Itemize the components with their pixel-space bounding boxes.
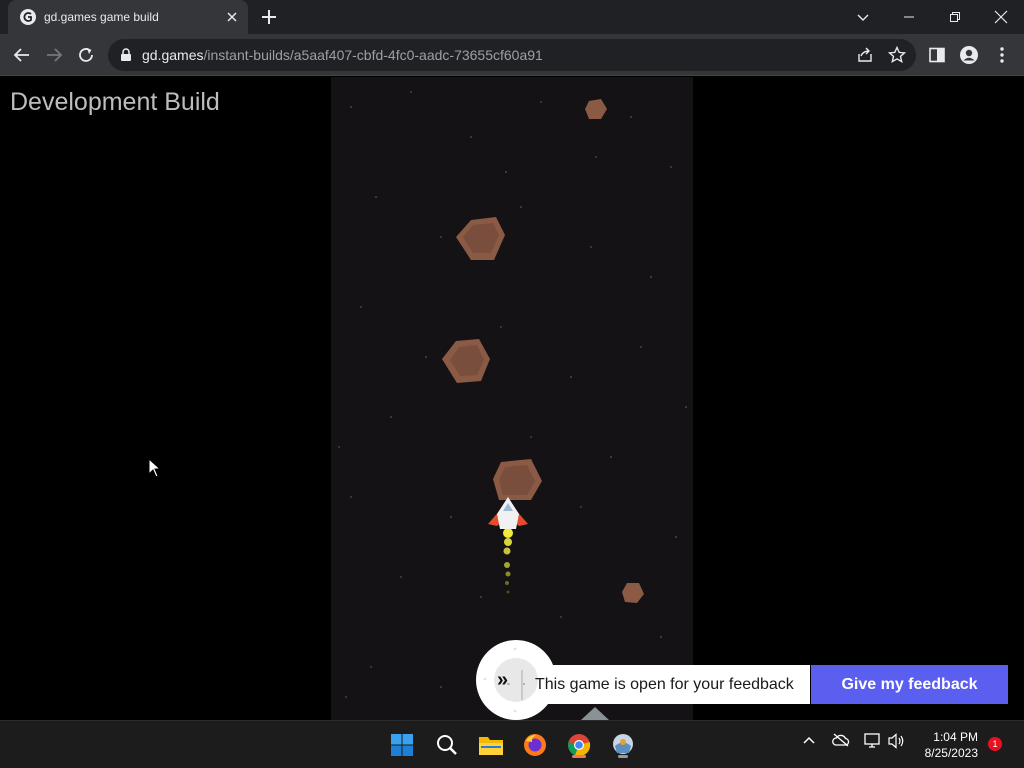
tab-search-chevron-down-icon[interactable] xyxy=(840,0,886,34)
notification-badge[interactable]: 1 xyxy=(988,737,1002,751)
asteroid xyxy=(456,217,505,260)
minimize-icon[interactable] xyxy=(886,0,932,34)
clock[interactable]: 1:04 PM 8/25/2023 xyxy=(925,729,978,761)
game-canvas[interactable] xyxy=(331,77,693,720)
show-hidden-icons-chevron-up-icon[interactable] xyxy=(802,733,816,752)
firefox-icon[interactable] xyxy=(519,729,551,761)
expand-double-chevron-icon[interactable]: » xyxy=(497,670,508,690)
back-arrow-icon[interactable] xyxy=(12,45,32,65)
search-icon[interactable] xyxy=(431,729,463,761)
development-build-label: Development Build xyxy=(10,88,220,116)
page-content: Development Build » This game is open fo… xyxy=(0,77,1024,720)
new-tab-icon[interactable] xyxy=(259,7,279,27)
active-app-indicator xyxy=(572,755,586,758)
player-spaceship xyxy=(488,497,528,594)
browser-titlebar: gd.games game build xyxy=(0,0,1024,34)
chrome-icon[interactable] xyxy=(563,729,595,761)
mouse-cursor-icon xyxy=(148,457,162,483)
side-panel-icon[interactable] xyxy=(927,45,947,65)
onedrive-offline-icon[interactable] xyxy=(832,733,850,752)
start-icon[interactable] xyxy=(386,729,418,761)
browser-toolbar: gd.games/instant-builds/a5aaf407-cbfd-4f… xyxy=(0,34,1024,76)
asteroid xyxy=(442,339,490,383)
network-icon[interactable] xyxy=(864,733,882,754)
address-bar[interactable]: gd.games/instant-builds/a5aaf407-cbfd-4f… xyxy=(108,39,916,71)
asteroid xyxy=(622,583,644,603)
clock-date: 8/25/2023 xyxy=(924,746,978,760)
asteroid xyxy=(493,459,542,500)
clock-time: 1:04 PM xyxy=(933,730,978,744)
starfield xyxy=(338,91,687,698)
feedback-message: This game is open for your feedback xyxy=(535,676,794,693)
gdevelop-favicon-icon xyxy=(20,9,36,25)
feedback-banner: » This game is open for your feedback Gi… xyxy=(476,640,1008,720)
menu-kebab-icon[interactable] xyxy=(992,45,1012,65)
volume-icon[interactable] xyxy=(888,733,906,754)
bookmark-star-icon[interactable] xyxy=(887,45,907,64)
url-path: /instant-builds/a5aaf407-cbfd-4fc0-aadc-… xyxy=(203,47,543,63)
restore-icon[interactable] xyxy=(932,0,978,34)
file-explorer-icon[interactable] xyxy=(475,729,507,761)
running-app-indicator xyxy=(618,755,628,758)
browser-tab[interactable]: gd.games game build xyxy=(8,0,248,34)
share-icon[interactable] xyxy=(856,46,874,64)
lock-icon[interactable] xyxy=(120,48,132,62)
windows-taskbar: 1:04 PM 8/25/2023 1 xyxy=(0,720,1024,768)
close-window-icon[interactable] xyxy=(978,0,1024,34)
url-host: gd.games xyxy=(142,47,204,63)
forward-arrow-icon[interactable] xyxy=(44,45,64,65)
reload-icon[interactable] xyxy=(76,45,96,65)
tab-title: gd.games game build xyxy=(44,10,159,24)
profile-icon[interactable] xyxy=(959,45,979,65)
give-feedback-button[interactable]: Give my feedback xyxy=(811,665,1008,704)
feedback-divider xyxy=(521,670,523,700)
app-icon[interactable] xyxy=(607,729,639,761)
tab-close-icon[interactable] xyxy=(224,9,240,25)
asteroid xyxy=(585,99,607,119)
url-text: gd.games/instant-builds/a5aaf407-cbfd-4f… xyxy=(142,47,543,63)
